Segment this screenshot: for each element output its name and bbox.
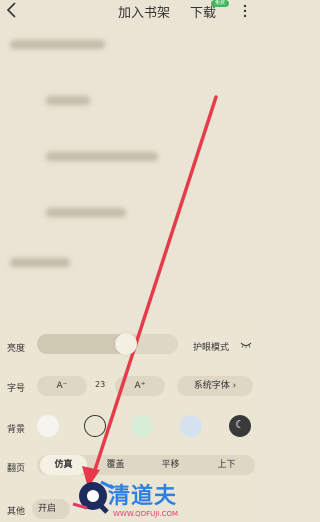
brightness-label: 亮度: [7, 344, 26, 354]
top-bar: 加入书架 下载 免费: [0, 0, 255, 24]
page-turn-label: 翻页: [7, 464, 26, 474]
chevron-right-icon: ›: [232, 381, 237, 391]
font-size-label: 字号: [7, 384, 26, 394]
brightness-slider-fill: [37, 334, 126, 354]
watermark-url: WWW.QDFUJI.COM: [113, 510, 179, 518]
increase-font-button[interactable]: A⁺: [115, 376, 165, 396]
other-enable-button[interactable]: 开启: [32, 499, 70, 519]
free-badge: 免费: [211, 0, 229, 7]
brightness-slider[interactable]: [37, 334, 178, 354]
back-arrow-icon[interactable]: [4, 1, 20, 19]
system-font-button[interactable]: 系统字体 ›: [177, 376, 253, 396]
other-label: 其他: [7, 507, 26, 517]
page-turn-option-slide[interactable]: 平移: [147, 455, 194, 475]
page-turn-option-simulation[interactable]: 仿真: [40, 455, 87, 475]
more-vertical-icon[interactable]: [242, 3, 248, 19]
blurred-reading-content: [0, 26, 255, 326]
font-size-value: 23: [95, 380, 106, 389]
eye-protection-mode-toggle[interactable]: 护眼模式: [193, 340, 229, 353]
background-swatch-blue[interactable]: [180, 415, 202, 437]
decrease-font-button[interactable]: A⁻: [37, 376, 87, 396]
eye-closed-icon: [240, 342, 252, 348]
brightness-slider-thumb[interactable]: [114, 333, 137, 355]
watermark-name: 清道夫: [108, 484, 178, 509]
background-label: 背景: [7, 425, 26, 435]
background-swatch-green[interactable]: [131, 415, 153, 437]
system-font-label: 系统字体: [193, 381, 230, 391]
page-turn-option-cover[interactable]: 覆盖: [92, 455, 139, 475]
background-swatch-night[interactable]: ☾: [229, 415, 251, 437]
add-to-shelf-button[interactable]: 加入书架: [118, 2, 170, 21]
background-swatch-white[interactable]: [37, 415, 59, 437]
moon-icon: ☾: [235, 418, 245, 431]
page-turn-option-vertical[interactable]: 上下: [203, 455, 250, 475]
background-swatch-beige[interactable]: [84, 415, 106, 437]
